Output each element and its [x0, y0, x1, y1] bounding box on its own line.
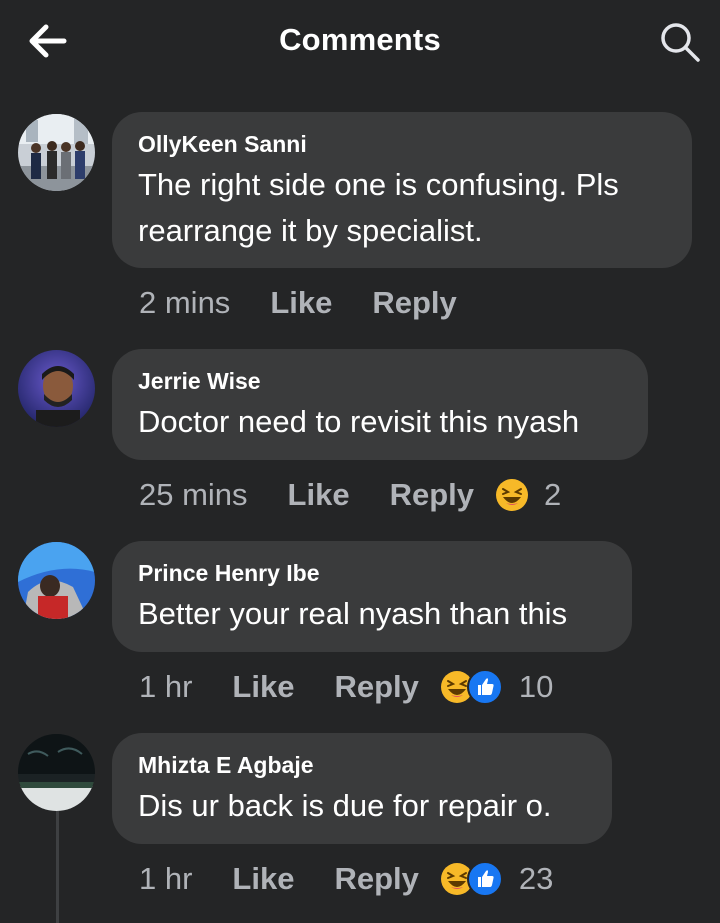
reaction-count: 23: [518, 861, 554, 896]
comment-time: 25 mins: [139, 477, 248, 512]
page-title: Comments: [279, 22, 441, 57]
comment-text: Better your real nyash than this: [138, 596, 568, 631]
comment-actions: 1 hr Like Reply 10: [139, 667, 553, 707]
like-emoji-icon: [466, 669, 503, 705]
reply-button[interactable]: Reply: [390, 477, 474, 513]
comment-actions: 25 mins Like Reply 2: [139, 475, 561, 515]
reaction-count: 10: [518, 669, 554, 704]
like-button[interactable]: Like: [232, 669, 294, 705]
reactions-summary[interactable]: 2: [496, 477, 561, 513]
comment-actions: 2 mins Like Reply: [139, 283, 479, 323]
reactions-summary[interactable]: 10: [440, 669, 554, 705]
comment-text-line: The right side one is confusing. Pls: [138, 167, 619, 202]
reply-thread-line: [56, 810, 59, 923]
comment-bubble[interactable]: Mhizta E Agbaje Dis ur back is due for r…: [112, 733, 612, 844]
avatar[interactable]: [18, 114, 95, 191]
reply-button[interactable]: Reply: [334, 861, 418, 897]
avatar[interactable]: [18, 734, 95, 811]
reactions-summary[interactable]: 23: [440, 861, 554, 897]
top-bar: Comments: [0, 0, 720, 84]
comment-bubble[interactable]: Prince Henry Ibe Better your real nyash …: [112, 541, 632, 652]
comment-time: 2 mins: [139, 285, 231, 320]
avatar[interactable]: [18, 542, 95, 619]
reply-button[interactable]: Reply: [372, 285, 456, 321]
comment-author[interactable]: OllyKeen Sanni: [138, 130, 664, 158]
like-emoji-icon: [466, 861, 503, 897]
comment-text: The right side one is confusing. Pls rea…: [138, 162, 664, 254]
comment-text-line: rearrange it by specialist.: [138, 213, 483, 248]
comment-time: 1 hr: [139, 669, 193, 704]
comment-bubble[interactable]: Jerrie Wise Doctor need to revisit this …: [112, 349, 648, 460]
comment-time: 1 hr: [139, 861, 193, 896]
avatar[interactable]: [18, 350, 95, 427]
like-button[interactable]: Like: [232, 861, 294, 897]
like-button[interactable]: Like: [270, 285, 332, 321]
search-icon[interactable]: [658, 20, 702, 64]
comment-actions: 1 hr Like Reply 23: [139, 859, 553, 899]
haha-emoji-icon: [496, 479, 528, 511]
comment-author[interactable]: Jerrie Wise: [138, 367, 620, 395]
comment-text: Doctor need to revisit this nyash: [138, 404, 580, 439]
reply-button[interactable]: Reply: [334, 669, 418, 705]
comment-bubble[interactable]: OllyKeen Sanni The right side one is con…: [112, 112, 692, 268]
reaction-count: 2: [544, 477, 562, 512]
like-button[interactable]: Like: [288, 477, 350, 513]
comment-text: Dis ur back is due for repair o.: [138, 788, 552, 823]
comment-author[interactable]: Prince Henry Ibe: [138, 559, 604, 587]
comment-author[interactable]: Mhizta E Agbaje: [138, 751, 584, 779]
